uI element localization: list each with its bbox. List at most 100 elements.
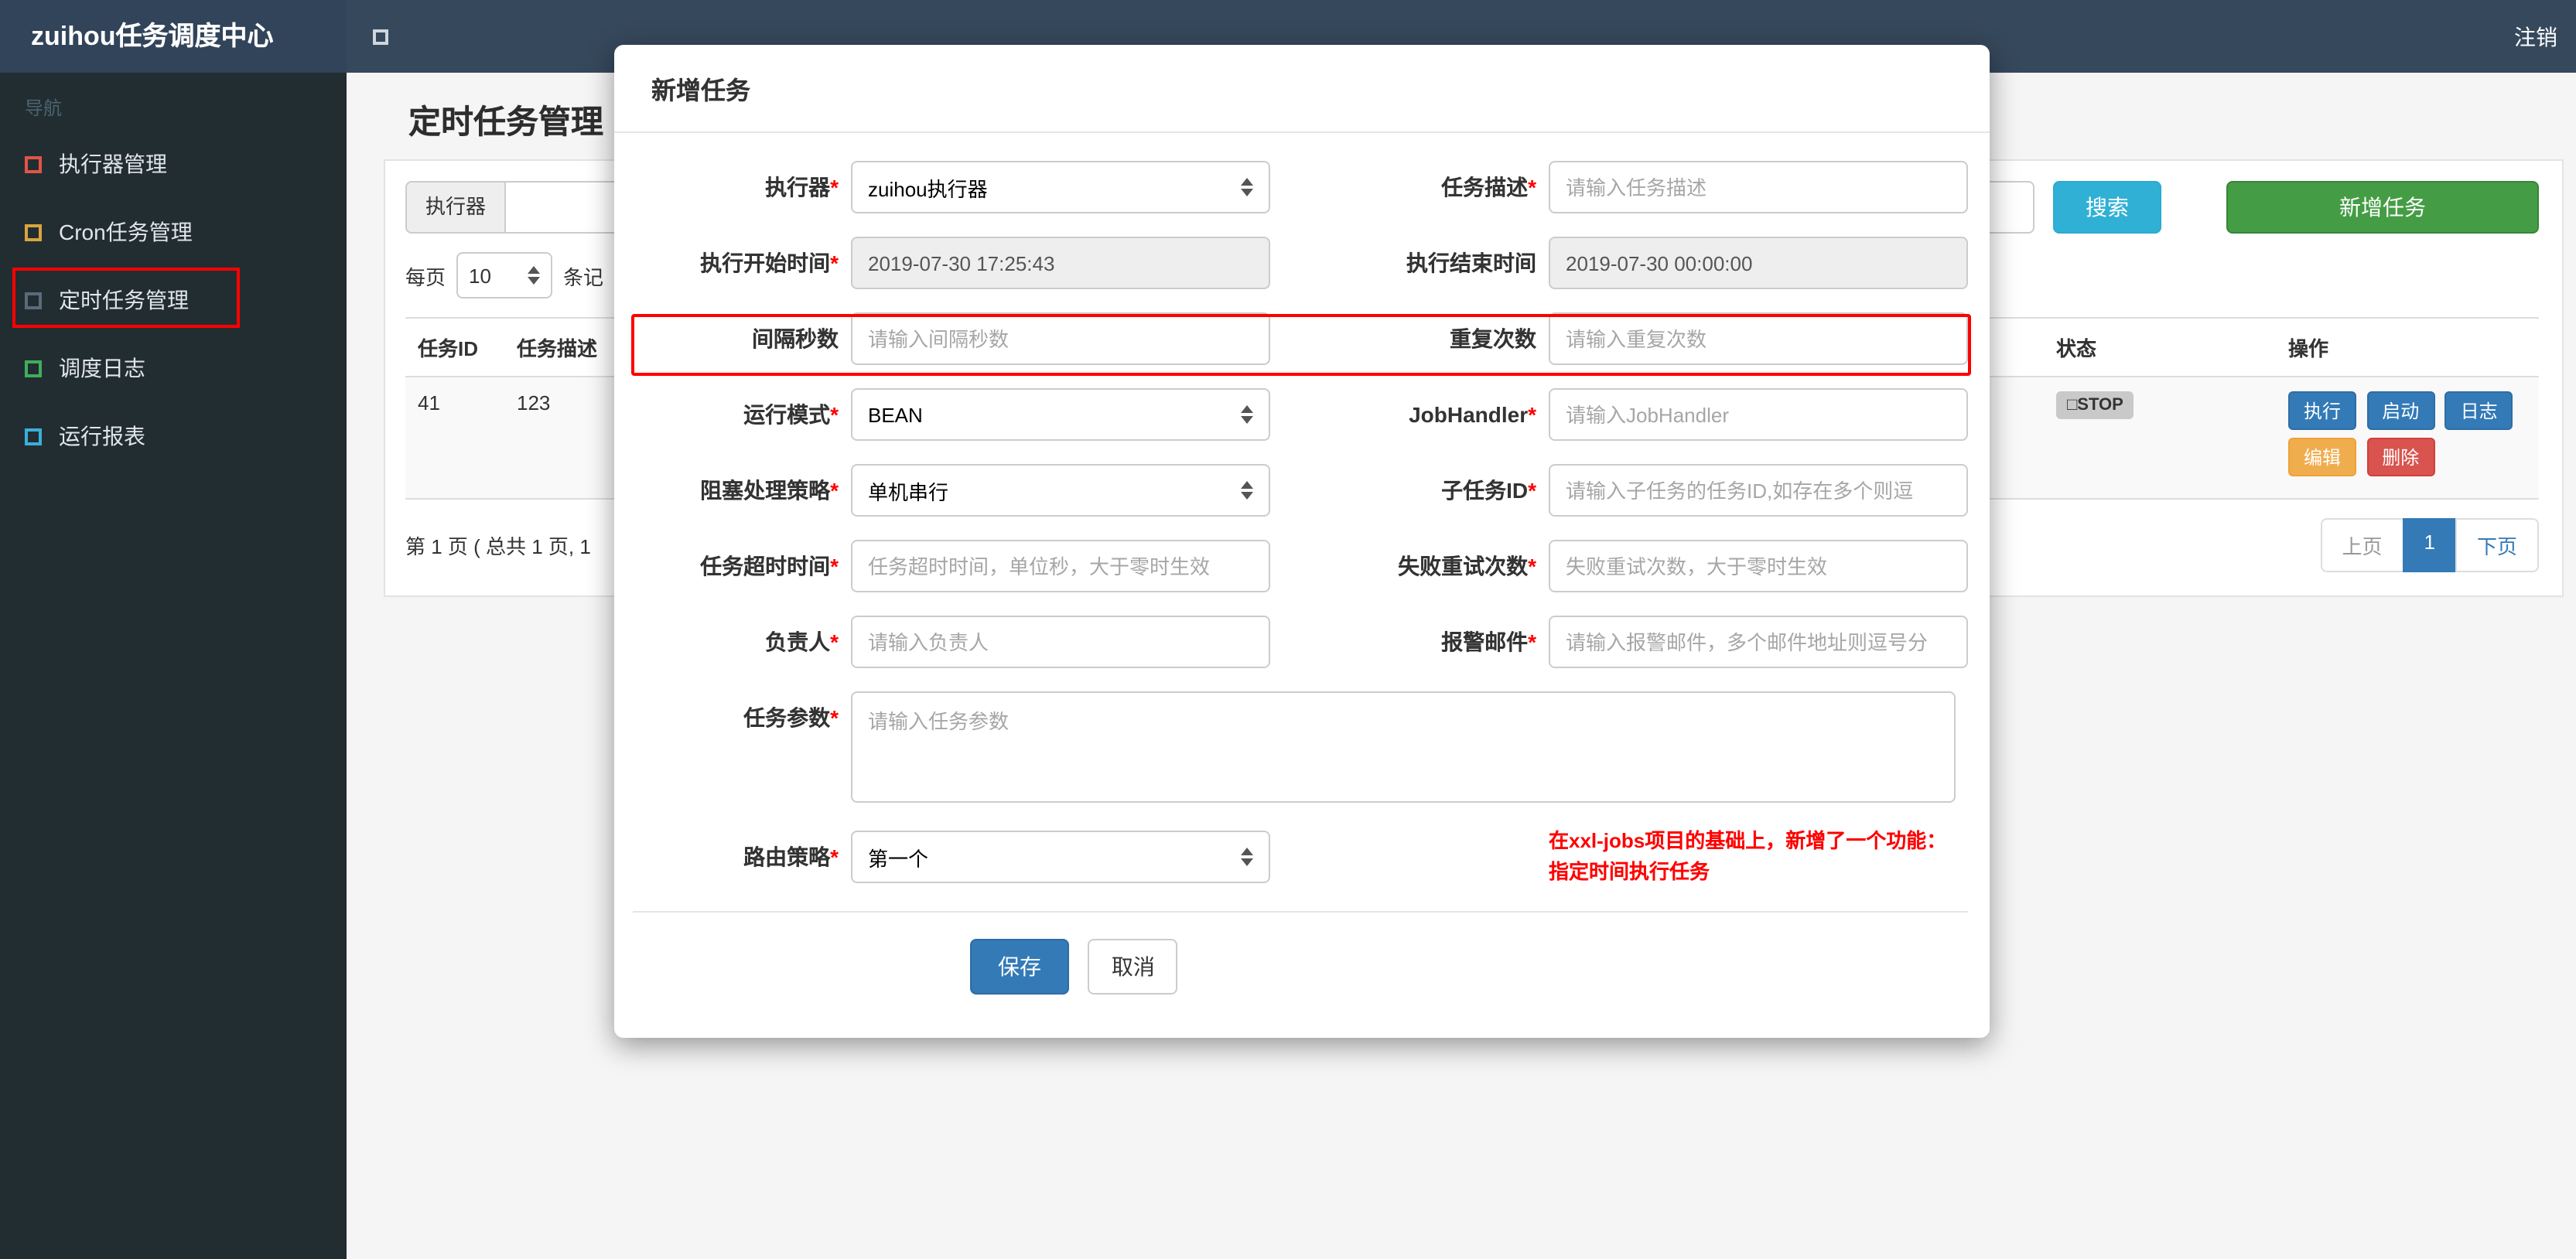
next-page-button[interactable]: 下页 [2455,518,2539,572]
route-strategy-select[interactable]: 第一个 [851,831,1270,883]
required-star: * [830,554,839,578]
required-star: * [830,402,839,427]
required-star: * [830,630,839,654]
required-star: * [830,844,839,869]
feature-note: 在xxl-jobs项目的基础上，新增了一个功能： 指定时间执行任务 [1549,826,1946,888]
square-icon [25,428,42,445]
sidebar-item-run-report[interactable]: 运行报表 [0,402,347,470]
sidebar-item-timed-task-manage[interactable]: 定时任务管理 [0,266,347,334]
edit-button[interactable]: 编辑 [2288,438,2357,476]
field-label-repeat-count: 重复次数 [1450,326,1536,351]
required-star: * [1528,554,1536,578]
select-value: BEAN [868,403,923,426]
field-label-author: 负责人* [765,630,839,654]
start-button[interactable]: 启动 [2366,391,2435,430]
retry-input[interactable] [1549,540,1968,592]
app: zuihou任务调度中心 注销 导航 执行器管理 Cron任务管理 定时任务管理… [0,0,2576,1259]
square-icon [25,223,42,241]
block-strategy-select[interactable]: 单机串行 [851,464,1270,517]
stepper-icon [528,266,541,285]
field-label-glue-type: 运行模式* [743,402,839,427]
form-row: 运行模式* BEAN JobHandler* [614,388,1990,441]
save-button[interactable]: 保存 [970,939,1069,995]
log-button[interactable]: 日志 [2444,391,2513,430]
form-row: 执行开始时间* 执行结束时间 [614,237,1990,289]
per-page-select[interactable]: 10 [456,252,553,299]
modal-footer: 保存 取消 [614,913,1990,1038]
sidebar-item-cron-task-manage[interactable]: Cron任务管理 [0,198,347,266]
field-label-executor: 执行器* [765,175,839,200]
sidebar-item-label: Cron任务管理 [59,220,193,244]
author-input[interactable] [851,616,1270,668]
form-row: 路由策略* 第一个 在xxl-jobs项目的基础上，新增了一个功能： 指定时间执… [614,826,1990,888]
search-button[interactable]: 搜索 [2053,181,2161,234]
brand-title: zuihou任务调度中心 [0,0,347,73]
job-param-textarea[interactable] [851,691,1956,803]
select-value: 单机串行 [868,480,949,503]
repeat-count-input[interactable] [1549,312,1968,365]
prev-page-button[interactable]: 上页 [2320,518,2404,572]
glue-type-select[interactable]: BEAN [851,388,1270,441]
sidebar-item-schedule-log[interactable]: 调度日志 [0,334,347,402]
form-row: 执行器* zuihou执行器 任务描述* [614,161,1990,213]
select-value: zuihou执行器 [868,177,988,200]
add-task-modal: 新增任务 执行器* zuihou执行器 任务描述* 执行开始时间* 执行结束时间 [614,45,1990,1038]
square-icon [25,155,42,172]
logout-link[interactable]: 注销 [2514,21,2557,52]
end-time-input[interactable] [1549,237,1968,289]
required-star: * [1528,630,1536,654]
select-value: 第一个 [868,847,929,870]
alarm-email-input[interactable] [1549,616,1968,668]
field-label-block-strategy: 阻塞处理策略* [700,478,839,503]
required-star: * [1528,175,1536,200]
form-row: 阻塞处理策略* 单机串行 子任务ID* [614,464,1990,517]
modal-body: 执行器* zuihou执行器 任务描述* 执行开始时间* 执行结束时间 间隔秒数 [614,133,1990,888]
start-time-input[interactable] [851,237,1270,289]
field-label-interval: 间隔秒数 [752,326,839,351]
modal-header: 新增任务 [614,45,1990,133]
feature-note-line2: 指定时间执行任务 [1549,860,1710,883]
required-star: * [830,175,839,200]
field-label-job-param: 任务参数* [743,705,839,730]
required-star: * [1528,402,1536,427]
form-row: 任务超时时间* 失败重试次数* [614,540,1990,592]
interval-input[interactable] [851,312,1270,365]
cell-task-id: 41 [405,377,504,500]
pagination-info: 第 1 页 ( 总共 1 页, 1 [405,535,591,558]
pager: 上页 1 下页 [2320,518,2539,572]
square-icon [25,292,42,309]
sidebar-toggle-icon[interactable] [373,29,388,44]
field-label-jobhandler: JobHandler* [1409,402,1536,427]
add-task-button[interactable]: 新增任务 [2226,181,2539,234]
sidebar-item-executor-manage[interactable]: 执行器管理 [0,130,347,198]
timeout-input[interactable] [851,540,1270,592]
form-row: 负责人* 报警邮件* [614,616,1990,668]
per-page-suffix: 条记 [563,265,604,288]
run-button[interactable]: 执行 [2288,391,2357,430]
field-label-end-time: 执行结束时间 [1406,251,1536,275]
sidebar-item-label: 调度日志 [59,356,145,380]
column-header-task-id: 任务ID [405,318,504,377]
square-icon [25,360,42,377]
sidebar-item-label: 定时任务管理 [59,288,189,312]
required-star: * [830,705,839,730]
field-label-child-job: 子任务ID* [1441,478,1536,503]
sidebar-section-label: 导航 [25,97,63,119]
field-label-route-strategy: 路由策略* [743,844,839,869]
cancel-button[interactable]: 取消 [1088,939,1178,995]
column-header-actions: 操作 [2276,318,2539,377]
feature-note-line1: 在xxl-jobs项目的基础上，新增了一个功能： [1549,829,1947,852]
sidebar-item-label: 执行器管理 [59,152,167,176]
field-label-retry: 失败重试次数* [1398,554,1536,578]
executor-select[interactable]: zuihou执行器 [851,161,1270,213]
required-star: * [830,251,839,275]
form-row: 间隔秒数 重复次数 [614,312,1990,365]
stepper-icon [1241,178,1253,196]
delete-button[interactable]: 删除 [2366,438,2435,476]
per-page-prefix: 每页 [405,265,446,288]
current-page-button[interactable]: 1 [2402,518,2457,572]
job-desc-input[interactable] [1549,161,1968,213]
child-job-input[interactable] [1549,464,1968,517]
required-star: * [830,478,839,503]
jobhandler-input[interactable] [1549,388,1968,441]
